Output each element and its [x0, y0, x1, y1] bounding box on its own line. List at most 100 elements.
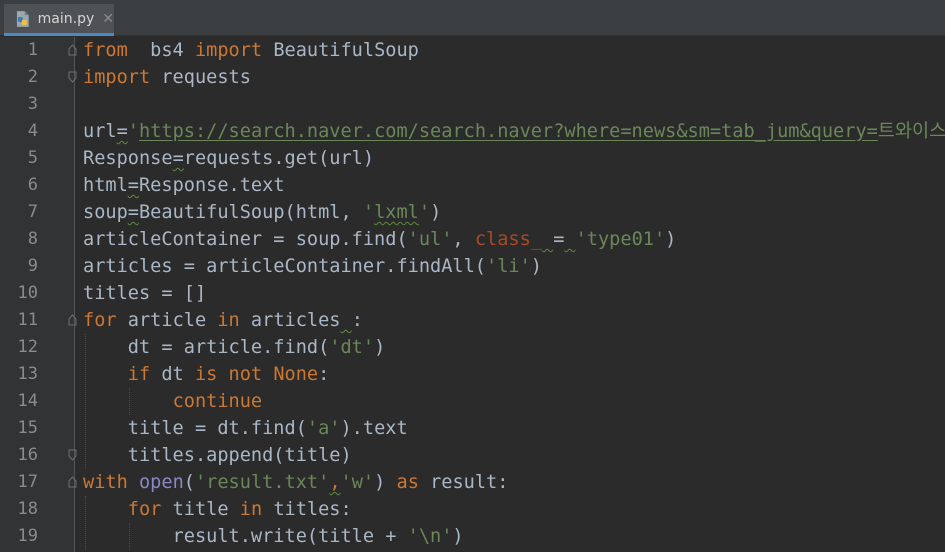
code-text[interactable]: from bs4 import BeautifulSoup [83, 37, 419, 64]
code-token: Response [83, 148, 173, 169]
code-line[interactable]: 2 import requests [0, 64, 945, 91]
code-token: = [116, 121, 128, 142]
code-token: articles [239, 310, 341, 331]
code-text[interactable]: if dt is not None: [83, 361, 330, 388]
line-number: 2 [27, 67, 38, 87]
code-line[interactable]: 3 [0, 91, 945, 118]
code-token: articles = articleContainer.findAll( [83, 256, 486, 277]
indent-guide [129, 523, 130, 550]
code-token: import [83, 67, 151, 88]
code-text[interactable]: result.write(title + '\n') [83, 523, 464, 550]
code-token: for [83, 310, 117, 331]
code-token: 'dt' [329, 337, 375, 358]
code-token: = [127, 202, 139, 223]
code-text[interactable]: soup=BeautifulSoup(html, 'lxml') [83, 199, 441, 226]
line-number: 17 [17, 472, 38, 492]
code-token: ) [530, 256, 542, 277]
close-icon[interactable]: ✕ [102, 11, 114, 27]
code-token: open [138, 472, 184, 493]
code-line[interactable]: 18 for title in titles: [0, 496, 945, 523]
code-token: ) [452, 526, 464, 547]
code-token: from [83, 40, 128, 61]
code-text[interactable]: title = dt.find('a').text [83, 415, 408, 442]
code-token: continue [172, 391, 263, 412]
line-number: 10 [17, 283, 38, 303]
line-number: 15 [17, 418, 38, 438]
code-editor[interactable]: 1 from bs4 import BeautifulSoup 2 import re… [0, 37, 945, 552]
code-line[interactable]: 17 with open('result.txt','w') as result: [0, 469, 945, 496]
code-text[interactable]: url='https://search.naver.com/search.nav… [83, 118, 945, 145]
code-token: : [318, 364, 330, 385]
line-number: 7 [27, 202, 38, 222]
code-text[interactable]: articles = articleContainer.findAll('li'… [83, 253, 542, 280]
code-line[interactable]: 14 continue [0, 388, 945, 415]
code-token: ' [127, 121, 139, 142]
editor-tab-bar: main.py ✕ [0, 0, 945, 36]
code-token: ) [665, 229, 677, 250]
fold-marker-icon[interactable] [68, 476, 77, 488]
code-line[interactable]: 12 dt = article.find('dt') [0, 334, 945, 361]
code-token: in [239, 499, 263, 520]
code-token: soup [83, 202, 128, 223]
code-text[interactable]: continue [83, 388, 263, 415]
code-token: bs4 [127, 40, 195, 61]
code-token: ' [418, 202, 431, 223]
code-line[interactable]: 9 articles = articleContainer.findAll('li… [0, 253, 945, 280]
line-number: 13 [17, 364, 38, 384]
tab-main-py[interactable]: main.py ✕ [4, 4, 114, 36]
code-text[interactable]: dt = article.find('dt') [83, 334, 386, 361]
code-token: Response.text [138, 175, 285, 196]
code-token: BeautifulSoup [262, 40, 419, 61]
code-token: lxml [374, 202, 419, 223]
code-token: import [194, 40, 263, 61]
code-text[interactable]: titles.append(title) [83, 442, 352, 469]
code-line[interactable]: 5 Response=requests.get(url) [0, 145, 945, 172]
code-token: 'w' [340, 472, 375, 493]
line-number: 1 [27, 40, 38, 60]
code-token: ( [183, 472, 195, 493]
code-line[interactable]: 19 result.write(title + '\n') [0, 523, 945, 550]
fold-marker-icon[interactable] [68, 449, 77, 461]
line-number: 11 [17, 310, 38, 330]
code-token: = [553, 229, 565, 250]
code-text[interactable]: Response=requests.get(url) [83, 145, 374, 172]
code-text[interactable]: for article in articles : [83, 307, 363, 334]
code-text[interactable]: html=Response.text [83, 172, 285, 199]
code-line[interactable]: 16 titles.append(title) [0, 442, 945, 469]
code-text[interactable]: titles = [] [83, 280, 206, 307]
code-token: class_ [474, 229, 542, 250]
code-token: ' [362, 202, 375, 223]
code-line[interactable]: 7 soup=BeautifulSoup(html, 'lxml') [0, 199, 945, 226]
indent-guide [85, 496, 86, 550]
code-text[interactable]: articleContainer = soup.find('ul', class… [83, 226, 676, 253]
code-line[interactable]: 4 url='https://search.naver.com/search.na… [0, 118, 945, 145]
code-token: for [127, 499, 162, 520]
code-token: requests [150, 67, 251, 88]
code-line[interactable]: 15 title = dt.find('a').text [0, 415, 945, 442]
code-token: 'li' [486, 256, 531, 277]
code-token: title [161, 499, 240, 520]
code-text[interactable]: with open('result.txt','w') as result: [83, 469, 508, 496]
code-line[interactable]: 13 if dt is not None: [0, 361, 945, 388]
fold-marker-icon[interactable] [68, 314, 77, 326]
line-number: 12 [17, 337, 38, 357]
code-line[interactable]: 6 html=Response.text [0, 172, 945, 199]
code-text[interactable]: import requests [83, 64, 251, 91]
fold-marker-icon[interactable] [68, 44, 77, 56]
code-token: requests.get(url) [183, 148, 375, 169]
code-text[interactable]: for title in titles: [83, 496, 352, 523]
fold-marker-icon[interactable] [68, 71, 77, 83]
code-token: 'a' [306, 418, 341, 439]
code-line[interactable]: 1 from bs4 import BeautifulSoup [0, 37, 945, 64]
code-token: ) [430, 202, 442, 223]
code-line[interactable]: 10 titles = [] [0, 280, 945, 307]
code-line[interactable]: 8 articleContainer = soup.find('ul', clas… [0, 226, 945, 253]
code-token: titles = [] [83, 283, 207, 304]
code-token: with [83, 472, 128, 493]
code-token: if [127, 364, 151, 385]
code-line[interactable]: 11 for article in articles : [0, 307, 945, 334]
code-token: titles: [262, 499, 352, 520]
